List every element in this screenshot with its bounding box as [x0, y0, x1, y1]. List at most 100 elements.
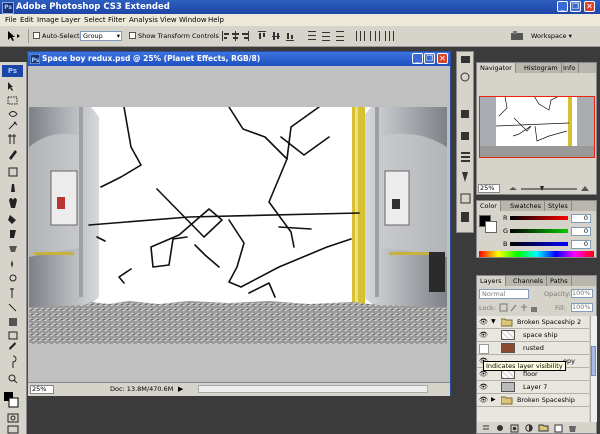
- tab-paths[interactable]: Paths: [547, 276, 572, 286]
- green-value[interactable]: 0: [571, 227, 591, 236]
- navigator-thumbnail[interactable]: [479, 96, 595, 158]
- layer-row[interactable]: 👁 space ship: [477, 329, 589, 342]
- app-title: Adobe Photoshop CS3 Extended: [16, 2, 170, 12]
- menu-help[interactable]: Help: [205, 14, 227, 26]
- menu-layer[interactable]: Layer: [58, 14, 84, 26]
- layer-name: Broken Spaceship 2: [517, 318, 582, 326]
- align-distribute-icons[interactable]: [222, 30, 502, 42]
- navigator-panel: Navigator Histogram Info 25%: [476, 62, 597, 195]
- tab-histogram[interactable]: Histogram: [521, 63, 562, 73]
- tab-navigator[interactable]: Navigator: [477, 63, 516, 73]
- blend-mode-value: Normal: [482, 290, 506, 298]
- photoshop-logo-icon: Ps: [2, 2, 14, 14]
- menu-analysis[interactable]: Analysis: [126, 14, 161, 26]
- move-tool-icon[interactable]: [6, 30, 22, 42]
- eye-icon[interactable]: 👁: [479, 396, 488, 404]
- folder-icon: [501, 396, 513, 405]
- tab-layers[interactable]: Layers: [477, 276, 506, 286]
- layer-thumbnail: [501, 343, 515, 353]
- layers-list: 👁 ▼ Broken Spaceship 2 👁 space ship rust…: [477, 316, 589, 422]
- document-window: Ps Space boy redux.psd @ 25% (Planet Eff…: [27, 51, 451, 396]
- red-slider[interactable]: [510, 216, 568, 220]
- bridge-icon[interactable]: [510, 30, 524, 42]
- color-tabs: Color Swatches Styles: [477, 201, 596, 211]
- zoom-field[interactable]: 25%: [30, 385, 54, 394]
- layer-row[interactable]: 👁 ▶ Broken Spaceship: [477, 394, 589, 407]
- opacity-field[interactable]: 100%: [571, 289, 593, 298]
- eye-icon[interactable]: 👁: [479, 331, 488, 339]
- collapsed-panel-icons: [456, 51, 474, 233]
- layers-scrollbar[interactable]: [590, 316, 597, 422]
- tools-panel: Ps: [0, 62, 27, 434]
- folder-icon: [501, 318, 513, 327]
- eye-empty-icon[interactable]: [479, 344, 489, 354]
- doc-maximize-button[interactable]: ❐: [424, 53, 435, 64]
- blue-slider[interactable]: [510, 242, 568, 246]
- navigator-zoom-slider[interactable]: [507, 185, 593, 193]
- tab-swatches[interactable]: Swatches: [507, 201, 546, 211]
- document-icon: Ps: [30, 54, 40, 64]
- navigator-zoom-field[interactable]: 25%: [478, 184, 500, 193]
- background-color-swatch[interactable]: [485, 221, 497, 233]
- expand-triangle-icon[interactable]: ▼: [491, 317, 496, 327]
- doc-close-button[interactable]: ✕: [437, 53, 448, 64]
- green-slider[interactable]: [510, 229, 568, 233]
- status-menu-arrow-icon[interactable]: ▶: [178, 384, 183, 394]
- fill-field[interactable]: 100%: [571, 303, 593, 312]
- tab-channels[interactable]: Channels: [510, 276, 548, 286]
- tab-color[interactable]: Color: [477, 201, 501, 211]
- menu-bar: File Edit Image Layer Select Filter Anal…: [0, 14, 600, 26]
- document-title: Space boy redux.psd @ 25% (Planet Effect…: [42, 54, 261, 63]
- red-label: R: [503, 214, 508, 222]
- layer-row[interactable]: rusted: [477, 342, 589, 355]
- chevron-down-icon: ▾: [116, 32, 120, 40]
- status-bar: 25% Doc: 13.8M/470.6M ▶: [28, 382, 450, 396]
- red-value[interactable]: 0: [571, 214, 591, 223]
- layer-name: space ship: [523, 331, 558, 339]
- photoshop-logo-icon: Ps: [2, 65, 23, 77]
- green-label: G: [503, 227, 509, 235]
- blue-label: B: [503, 240, 508, 248]
- maximize-button[interactable]: ❐: [570, 1, 581, 12]
- layer-thumbnail: [501, 382, 515, 392]
- layer-name: rusted: [523, 344, 544, 352]
- minimize-button[interactable]: _: [557, 1, 568, 12]
- show-transform-label: Show Transform Controls: [138, 32, 219, 40]
- panel-dock-icons[interactable]: [457, 52, 473, 232]
- layers-bottom-icons[interactable]: [481, 423, 595, 433]
- tool-icons[interactable]: [0, 80, 26, 434]
- lock-icons[interactable]: [499, 303, 539, 313]
- blue-value[interactable]: 0: [571, 240, 591, 249]
- close-button[interactable]: ✕: [584, 1, 595, 12]
- tab-styles[interactable]: Styles: [545, 201, 572, 211]
- canvas-area[interactable]: [29, 66, 449, 383]
- color-ramp[interactable]: [479, 251, 594, 257]
- auto-select-checkbox[interactable]: [33, 32, 40, 39]
- blend-mode-dropdown[interactable]: Normal: [479, 289, 529, 299]
- horizontal-scrollbar[interactable]: [198, 385, 428, 393]
- auto-select-dropdown[interactable]: Group ▾: [80, 31, 122, 41]
- layer-row[interactable]: 👁 Layer 7: [477, 381, 589, 394]
- menu-filter[interactable]: Filter: [105, 14, 128, 26]
- fill-label: Fill:: [555, 304, 566, 312]
- eye-icon[interactable]: 👁: [479, 318, 488, 326]
- doc-minimize-button[interactable]: _: [412, 53, 423, 64]
- tooltip: Indicates layer visibility: [483, 361, 566, 371]
- auto-select-value: Group: [83, 32, 103, 40]
- layer-row[interactable]: 👁 ▼ Broken Spaceship 2: [477, 316, 589, 329]
- document-title-bar[interactable]: Ps Space boy redux.psd @ 25% (Planet Eff…: [28, 52, 450, 66]
- workspace-button[interactable]: Workspace ▾: [531, 32, 572, 40]
- tab-info[interactable]: Info: [560, 63, 580, 73]
- navigator-tabs: Navigator Histogram Info: [477, 63, 596, 73]
- eye-icon[interactable]: 👁: [479, 370, 488, 378]
- canvas-image[interactable]: [29, 107, 447, 344]
- scrollbar-thumb[interactable]: [591, 346, 596, 376]
- layer-name: Layer 7: [523, 383, 548, 391]
- eye-icon[interactable]: 👁: [479, 383, 488, 391]
- layers-tabs: Layers Channels Paths: [477, 276, 596, 286]
- show-transform-checkbox[interactable]: [129, 32, 136, 39]
- options-bar: Auto-Select: Group ▾ Show Transform Cont…: [0, 26, 600, 47]
- collapse-triangle-icon[interactable]: ▶: [491, 395, 496, 405]
- layer-thumbnail: [501, 330, 515, 340]
- lock-label: Lock:: [479, 304, 497, 312]
